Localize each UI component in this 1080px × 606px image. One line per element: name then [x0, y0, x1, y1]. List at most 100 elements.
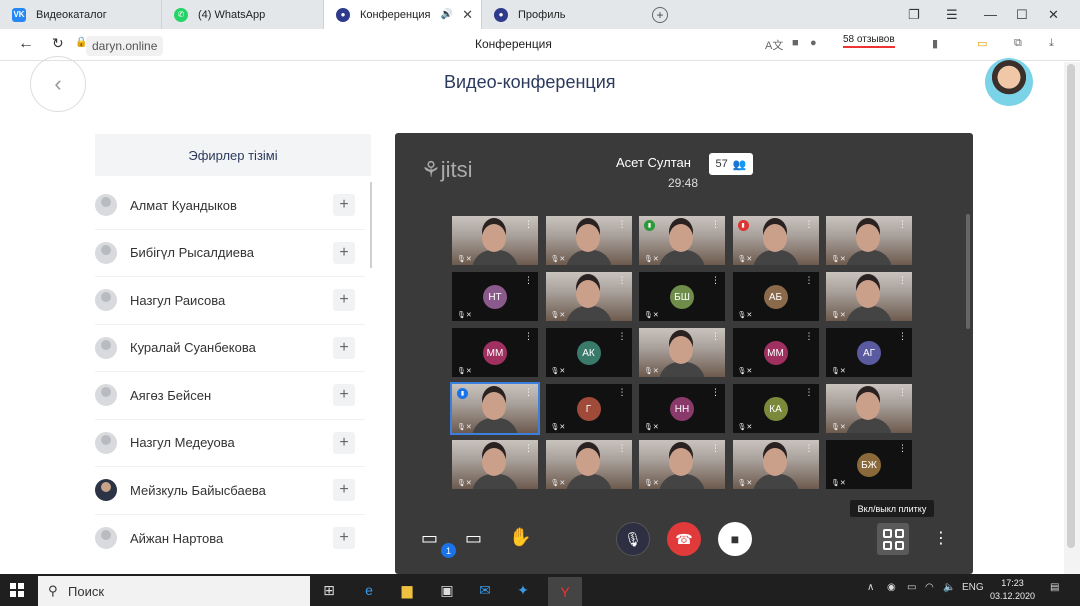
tile-menu-icon[interactable]: ⋮	[898, 443, 907, 454]
tile-menu-icon[interactable]: ⋮	[805, 443, 814, 454]
video-tile[interactable]: Г ⋮ 🎙✕	[545, 384, 632, 433]
tile-view-button[interactable]	[877, 523, 909, 555]
video-tile[interactable]: ММ ⋮ 🎙✕	[452, 328, 538, 377]
video-tile[interactable]: ⋮ 🎙✕	[452, 216, 538, 265]
tab-profile[interactable]: ● Профиль	[482, 0, 644, 29]
battery-tray-icon[interactable]: ▭	[907, 582, 916, 593]
video-tile[interactable]: АК ⋮ 🎙✕	[545, 328, 632, 377]
add-button[interactable]: +	[333, 194, 355, 217]
taskbar-clock[interactable]: 17:23 03.12.2020	[990, 577, 1035, 603]
user-avatar[interactable]	[985, 58, 1033, 106]
camera-toggle-button[interactable]: ■	[718, 522, 752, 556]
video-tile[interactable]: ⋮ 🎙✕	[826, 384, 912, 433]
windows-start-icon[interactable]	[10, 583, 24, 597]
connection-indicator-icon[interactable]: ▮	[737, 220, 749, 231]
mute-mic-button[interactable]: 🎙	[616, 522, 650, 556]
translate-icon[interactable]: A文	[765, 37, 783, 53]
tile-menu-icon[interactable]: ⋮	[898, 275, 907, 286]
language-indicator[interactable]: ENG	[962, 582, 984, 593]
tabs-icon[interactable]: ❐	[908, 0, 920, 29]
list-item[interactable]: Мейзкуль Байысбаева +	[95, 467, 365, 515]
hangup-button[interactable]: ☎	[667, 522, 701, 556]
task-view-icon[interactable]: ⊞	[318, 580, 340, 600]
tile-menu-icon[interactable]: ⋮	[524, 219, 533, 230]
tile-menu-icon[interactable]: ⋮	[711, 387, 720, 398]
menu-icon[interactable]: ☰	[946, 0, 958, 29]
tile-menu-icon[interactable]: ⋮	[711, 443, 720, 454]
list-item[interactable]: Айжан Нартова +	[95, 515, 365, 563]
tile-menu-icon[interactable]: ⋮	[711, 219, 720, 230]
back-button[interactable]: ‹	[30, 56, 86, 112]
volume-icon[interactable]: 🔈	[943, 582, 955, 593]
tile-menu-icon[interactable]: ⋮	[898, 331, 907, 342]
reviews-badge[interactable]: 58 отзывов	[843, 34, 895, 48]
tile-menu-icon[interactable]: ⋮	[805, 331, 814, 342]
close-window-button[interactable]: ✕	[1048, 0, 1059, 29]
domain-text[interactable]: daryn.online	[86, 36, 164, 56]
add-button[interactable]: +	[333, 431, 355, 454]
minimize-button[interactable]: —	[984, 0, 997, 29]
mic-icon[interactable]: ●	[810, 37, 817, 49]
add-button[interactable]: +	[333, 241, 355, 264]
raise-hand-icon[interactable]: ✋	[509, 527, 531, 548]
tile-menu-icon[interactable]: ⋮	[524, 275, 533, 286]
new-tab-button[interactable]: +	[652, 6, 668, 23]
add-button[interactable]: +	[333, 384, 355, 407]
notifications-icon[interactable]: ▤	[1050, 582, 1059, 593]
tile-menu-icon[interactable]: ⋮	[898, 219, 907, 230]
sound-icon[interactable]: 🔊	[441, 9, 453, 20]
video-tile[interactable]: ⋮ 🎙✕ ▮	[639, 216, 725, 265]
tile-menu-icon[interactable]: ⋮	[898, 387, 907, 398]
video-tile[interactable]: ММ ⋮ 🎙✕	[732, 328, 819, 377]
video-tile[interactable]: АБ ⋮ 🎙✕	[732, 272, 819, 321]
tile-menu-icon[interactable]: ⋮	[805, 387, 814, 398]
extensions-icon[interactable]: ⧉	[1014, 37, 1022, 50]
tab-whatsapp[interactable]: ✆ (4) WhatsApp	[162, 0, 324, 29]
yandex-browser-icon[interactable]: Y	[548, 577, 582, 606]
add-button[interactable]: +	[333, 336, 355, 359]
sidebar-scrollbar[interactable]	[370, 182, 372, 268]
tile-menu-icon[interactable]: ⋮	[805, 275, 814, 286]
page-scrollbar-thumb[interactable]	[1067, 64, 1075, 548]
back-arrow-icon[interactable]: ←	[18, 35, 34, 53]
video-tile[interactable]: ⋮ 🎙✕	[639, 328, 725, 377]
camera-icon[interactable]: ■	[792, 37, 799, 49]
video-tile[interactable]: НТ ⋮ 🎙✕	[452, 272, 538, 321]
list-item[interactable]: Алмат Куандыков +	[95, 182, 365, 230]
list-item[interactable]: Бибігүл Рысалдиева +	[95, 230, 365, 277]
tile-menu-icon[interactable]: ⋮	[711, 331, 720, 342]
edge-icon[interactable]: e	[358, 580, 380, 600]
list-item[interactable]: Куралай Суанбекова +	[95, 325, 365, 372]
jitsi-scrollbar[interactable]	[966, 214, 970, 329]
wifi-icon[interactable]: ◠	[925, 582, 934, 593]
bookmark-icon[interactable]: ▮	[932, 37, 938, 50]
participant-count-badge[interactable]: 57 👥	[709, 153, 753, 175]
more-options-icon[interactable]: ⋮	[933, 528, 949, 548]
video-tile[interactable]: АГ ⋮ 🎙✕	[826, 328, 912, 377]
tray-chevron-icon[interactable]: ∧	[867, 582, 874, 593]
video-tile[interactable]: ⋮ 🎙✕	[639, 440, 725, 489]
add-button[interactable]: +	[333, 527, 355, 550]
dropbox-icon[interactable]: ✦	[512, 580, 534, 600]
chat-icon[interactable]: ▭	[421, 528, 438, 549]
tile-menu-icon[interactable]: ⋮	[618, 331, 627, 342]
tab-videocatalog[interactable]: VK Видеокаталог	[0, 0, 162, 29]
video-tile[interactable]: БШ ⋮ 🎙✕	[639, 272, 725, 321]
video-tile[interactable]: ⋮ 🎙✕	[452, 440, 538, 489]
tab-close-icon[interactable]: ✕	[462, 7, 473, 23]
screen-share-icon[interactable]: ▭	[465, 528, 482, 549]
connection-indicator-icon[interactable]: ▮	[457, 388, 468, 399]
tile-menu-icon[interactable]: ⋮	[618, 219, 627, 230]
folder-icon[interactable]: ▆	[396, 580, 418, 600]
tile-menu-icon[interactable]: ⋮	[618, 387, 627, 398]
tile-menu-icon[interactable]: ⋮	[618, 443, 627, 454]
list-item[interactable]: Назгул Медеуова +	[95, 420, 365, 467]
tile-menu-icon[interactable]: ⋮	[524, 443, 533, 454]
stream-list-header[interactable]: Эфирлер тізімі	[95, 134, 371, 176]
tile-menu-icon[interactable]: ⋮	[524, 331, 533, 342]
maximize-button[interactable]: ☐	[1016, 0, 1028, 29]
video-tile[interactable]: ⋮ 🎙✕	[732, 440, 819, 489]
video-tile[interactable]: ⋮ 🎙✕ ▮	[450, 382, 540, 435]
tile-menu-icon[interactable]: ⋮	[711, 275, 720, 286]
tray-app-icon[interactable]: ◉	[887, 582, 896, 593]
